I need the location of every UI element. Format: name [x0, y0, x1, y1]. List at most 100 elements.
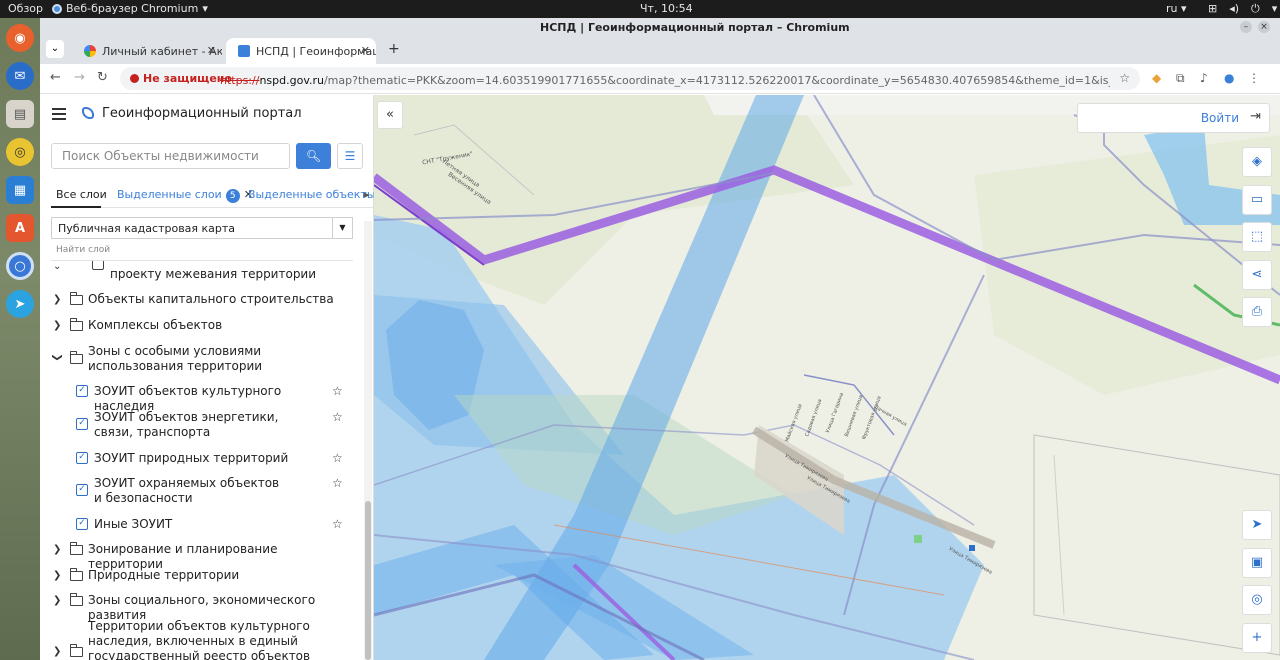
find-layer-input[interactable]: Найти слой	[51, 245, 353, 261]
star-icon[interactable]: ☆	[332, 517, 343, 532]
star-icon[interactable]: ☆	[332, 410, 343, 425]
chevron-icon: ⌄	[53, 261, 62, 272]
checkbox-checked-icon[interactable]: ✓	[76, 518, 88, 530]
sidebar-scrollbar[interactable]	[364, 221, 372, 660]
hamburger-menu-icon[interactable]	[52, 108, 66, 123]
double-chevron-left-icon: «	[386, 107, 394, 122]
extensions-puzzle-icon[interactable]: ⧉	[1176, 71, 1185, 86]
star-icon[interactable]: ☆	[332, 476, 343, 491]
zoom-in-icon: +	[1251, 630, 1263, 645]
folder-icon	[69, 644, 83, 657]
url-text[interactable]: https://nspd.gov.ru/map?thematic=PKK&zoo…	[220, 72, 1110, 88]
browser-menu-icon[interactable]: ⋮	[1248, 71, 1260, 85]
share-button[interactable]: ⋖	[1242, 260, 1272, 290]
tab-strip: ⌄ Личный кабинет - Акти ✕ НСПД | Геоинфо…	[40, 36, 1280, 64]
checkbox-checked-icon[interactable]: ✓	[76, 418, 88, 430]
bookmark-star-icon[interactable]: ☆	[1119, 71, 1130, 85]
address-bar[interactable]: Не защищено https://nspd.gov.ru/map?them…	[120, 67, 1140, 90]
chromium-icon[interactable]: ○	[6, 252, 34, 280]
checkbox-checked-icon[interactable]: ✓	[76, 385, 88, 397]
scrollbar-thumb[interactable]	[365, 501, 371, 660]
ruler-button[interactable]: ▭	[1242, 185, 1272, 215]
login-button[interactable]: Войти ⇥	[1077, 103, 1270, 133]
minimap-button[interactable]: ▣	[1242, 548, 1272, 578]
forward-button[interactable]: →	[74, 70, 85, 85]
new-tab-button[interactable]: +	[388, 41, 400, 57]
select-area-icon: ⬚	[1250, 229, 1264, 244]
tab-search-button[interactable]: ⌄	[46, 40, 64, 58]
filter-button[interactable]: ☰	[337, 143, 363, 169]
checkbox-checked-icon[interactable]: ✓	[76, 484, 88, 496]
telegram-icon[interactable]: ➤	[6, 290, 34, 318]
files-icon[interactable]: ▤	[6, 100, 34, 128]
system-top-bar: Обзор Веб-браузер Chromium ▾ Чт, 10:54 r…	[0, 0, 1280, 18]
collapse-sidebar-button[interactable]: «	[377, 101, 403, 129]
chevron-right-icon[interactable]: ❯	[53, 542, 61, 557]
thunderbird-icon[interactable]: ✉	[6, 62, 34, 90]
chevron-right-icon[interactable]: ❯	[53, 292, 61, 307]
window-titlebar[interactable]: НСПД | Геоинформационный портал – Chromi…	[40, 18, 1280, 36]
rhythmbox-icon[interactable]: ◎	[6, 138, 34, 166]
tab-nspd[interactable]: НСПД | Геоинформаци ✕	[226, 38, 376, 64]
close-window-button[interactable]: ×	[1258, 21, 1270, 33]
tab-selected-objects[interactable]: Выделенные объекты1	[248, 188, 394, 203]
profile-icon[interactable]: ●	[1224, 71, 1234, 85]
print-icon: ⎙	[1251, 304, 1263, 319]
chevron-right-icon[interactable]: ❯	[53, 644, 61, 659]
firefox-icon[interactable]: ◉	[6, 24, 34, 52]
chevron-right-icon[interactable]: ❯	[53, 568, 61, 583]
tab-all-layers[interactable]: Все слои	[56, 188, 107, 201]
sliders-icon: ☰	[344, 149, 356, 163]
extension-icon[interactable]: ◆	[1152, 71, 1161, 85]
map-type-select[interactable]: Публичная кадастровая карта ▼	[51, 217, 353, 239]
zoom-in-button[interactable]: +	[1242, 623, 1272, 653]
close-icon[interactable]: ✕	[361, 44, 370, 57]
star-icon[interactable]: ☆	[332, 451, 343, 466]
close-icon[interactable]: ✕	[207, 44, 216, 57]
volume-icon: ◂)	[1229, 2, 1240, 15]
print-button[interactable]: ⎙	[1242, 297, 1272, 327]
system-tray[interactable]: ⊞ ◂) ⏻ ▾	[1208, 2, 1277, 16]
locate-button[interactable]: ➤	[1242, 510, 1272, 540]
chevron-right-icon[interactable]: ❯	[53, 318, 61, 333]
page-content: Геоинформационный портал Поиск Объекты н…	[40, 95, 1280, 660]
chevron-right-icon[interactable]: ❯	[53, 593, 61, 608]
writer-icon[interactable]: ▦	[6, 176, 34, 204]
tabs-scroll-right-icon[interactable]: ▸	[364, 188, 370, 201]
window-title: НСПД | Геоинформационный портал – Chromi…	[540, 21, 850, 34]
security-indicator[interactable]: Не защищено	[130, 72, 232, 85]
keyboard-layout[interactable]: ru ▾	[1166, 2, 1187, 15]
map-canvas[interactable]: СНТ "Труженик" Летняя улица Весенняя ули…	[374, 95, 1280, 660]
checkbox-icon[interactable]	[92, 261, 104, 270]
tab-personal-account[interactable]: Личный кабинет - Акти ✕	[72, 38, 222, 64]
share-icon: ⋖	[1251, 267, 1263, 282]
folder-icon	[69, 542, 83, 555]
ruler-icon: ▭	[1250, 192, 1264, 207]
activities-button[interactable]: Обзор	[8, 2, 43, 15]
layers-icon: ◈	[1252, 154, 1262, 169]
chevron-down-icon[interactable]: ❯	[50, 353, 65, 361]
media-icon[interactable]: ♪	[1200, 71, 1208, 85]
locate-icon: ➤	[1251, 517, 1263, 532]
back-button[interactable]: ←	[50, 70, 61, 85]
clock[interactable]: Чт, 10:54	[640, 2, 693, 15]
software-icon[interactable]: A	[6, 214, 34, 242]
select-area-button[interactable]: ⬚	[1242, 222, 1272, 252]
folder-icon	[69, 593, 83, 606]
minimize-button[interactable]: –	[1240, 21, 1252, 33]
map-graphics[interactable]	[374, 95, 1280, 660]
reload-button[interactable]: ↻	[97, 70, 108, 85]
search-input[interactable]: Поиск Объекты недвижимости	[51, 143, 290, 169]
checkbox-checked-icon[interactable]: ✓	[76, 452, 88, 464]
tab-label: Личный кабинет - Акти	[102, 45, 222, 58]
search-button[interactable]: 🔍︎	[296, 143, 331, 169]
star-icon[interactable]: ☆	[332, 384, 343, 399]
portal-logo-icon	[82, 107, 94, 119]
chromium-small-icon	[52, 3, 62, 14]
app-name: Веб-браузер Chromium	[66, 2, 199, 15]
legend-icon: ◎	[1251, 592, 1263, 607]
app-menu[interactable]: Веб-браузер Chromium ▾	[52, 2, 208, 15]
legend-button[interactable]: ◎	[1242, 585, 1272, 615]
layers-button[interactable]: ◈	[1242, 147, 1272, 177]
tab-selected-layers[interactable]: Выделенные слои 5 ✕	[117, 188, 253, 203]
